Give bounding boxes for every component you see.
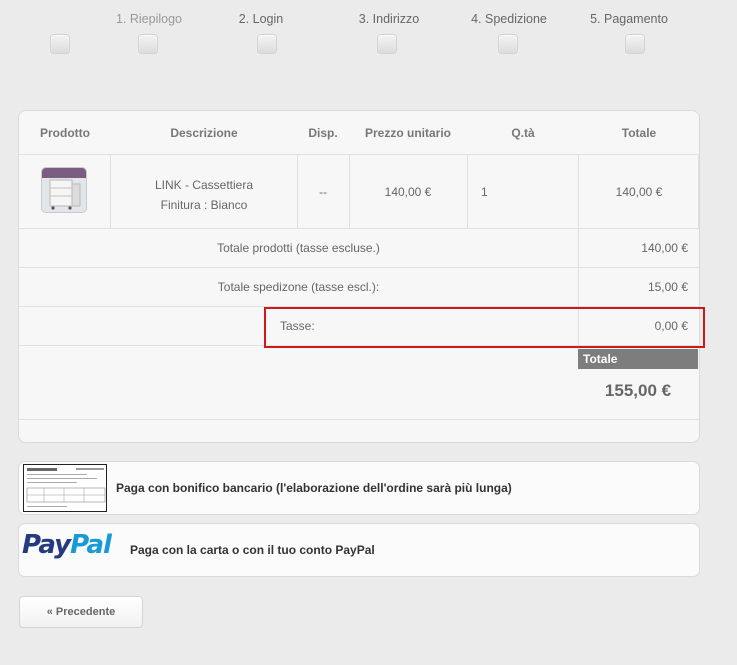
product-name[interactable]: LINK - Cassettiera: [111, 175, 297, 195]
shipping-total-value: 15,00 €: [647, 280, 688, 294]
step-label: 1. Riepilogo: [115, 12, 182, 26]
checkout-steps: 1. Riepilogo 2. Login 3. Indirizzo 4. Sp…: [0, 0, 737, 60]
products-total-label: Totale prodotti (tasse escluse.): [217, 241, 380, 255]
grand-total-value: 155,00 €: [604, 381, 672, 400]
col-header-availability: Disp.: [308, 126, 338, 140]
taxes-value: 0,00 €: [654, 319, 688, 333]
product-finish: Finitura : Bianco: [160, 198, 248, 212]
step-indirizzo[interactable]: 3. Indirizzo: [334, 12, 444, 54]
step-label: 3. Indirizzo: [358, 12, 420, 26]
step-checkbox: [498, 34, 518, 54]
product-total: 140,00 €: [615, 185, 663, 199]
step-label: 2. Login: [238, 12, 284, 26]
col-header-product: Prodotto: [40, 126, 90, 140]
paypal-label[interactable]: Paga con la carta o con il tuo conto Pay…: [130, 524, 375, 576]
cart-summary-table: Prodotto Descrizione Disp. Prezzo unitar…: [18, 110, 700, 443]
col-header-total: Totale: [621, 126, 657, 140]
step-checkbox: [50, 34, 70, 54]
product-unit-price: 140,00 €: [384, 185, 432, 199]
divider: [467, 154, 468, 228]
step-login[interactable]: 2. Login: [206, 12, 316, 54]
divider: [19, 345, 699, 346]
col-header-quantity: Q.tà: [511, 126, 535, 140]
step-pagamento[interactable]: 5. Pagamento: [574, 12, 684, 54]
step-label: 5. Pagamento: [590, 12, 668, 26]
bank-transfer-form-icon: [23, 464, 107, 512]
step-checkbox: [257, 34, 277, 54]
step-label: 4. Spedizione: [471, 12, 547, 26]
previous-button[interactable]: « Precedente: [19, 596, 143, 628]
divider: [19, 306, 699, 307]
divider: [19, 419, 699, 420]
step-checkbox: [138, 34, 158, 54]
paypal-logo: PayPal: [22, 530, 112, 560]
col-header-description: Descrizione: [170, 126, 238, 140]
product-description: LINK - Cassettiera Finitura : Bianco: [111, 175, 297, 215]
step-riepilogo[interactable]: 1. Riepilogo: [50, 12, 204, 54]
shipping-total-label: Totale spedizone (tasse escl.):: [217, 280, 380, 294]
product-thumbnail[interactable]: [41, 167, 87, 213]
product-quantity: 1: [481, 185, 488, 199]
taxes-label: Tasse:: [280, 319, 315, 333]
divider: [19, 228, 699, 229]
payment-option-bank-transfer[interactable]: Paga con bonifico bancario (l'elaborazio…: [18, 461, 700, 515]
products-total-value: 140,00 €: [641, 241, 688, 255]
step-checkbox: [625, 34, 645, 54]
product-availability: --: [319, 185, 327, 199]
divider: [19, 154, 699, 155]
grand-total-label: Totale: [578, 349, 698, 369]
step-spedizione[interactable]: 4. Spedizione: [454, 12, 564, 54]
payment-option-paypal[interactable]: PayPal Paga con la carta o con il tuo co…: [18, 523, 700, 577]
step-checkbox: [377, 34, 397, 54]
bank-transfer-label[interactable]: Paga con bonifico bancario (l'elaborazio…: [116, 462, 512, 514]
col-header-unit-price: Prezzo unitario: [364, 126, 451, 140]
divider: [19, 267, 699, 268]
